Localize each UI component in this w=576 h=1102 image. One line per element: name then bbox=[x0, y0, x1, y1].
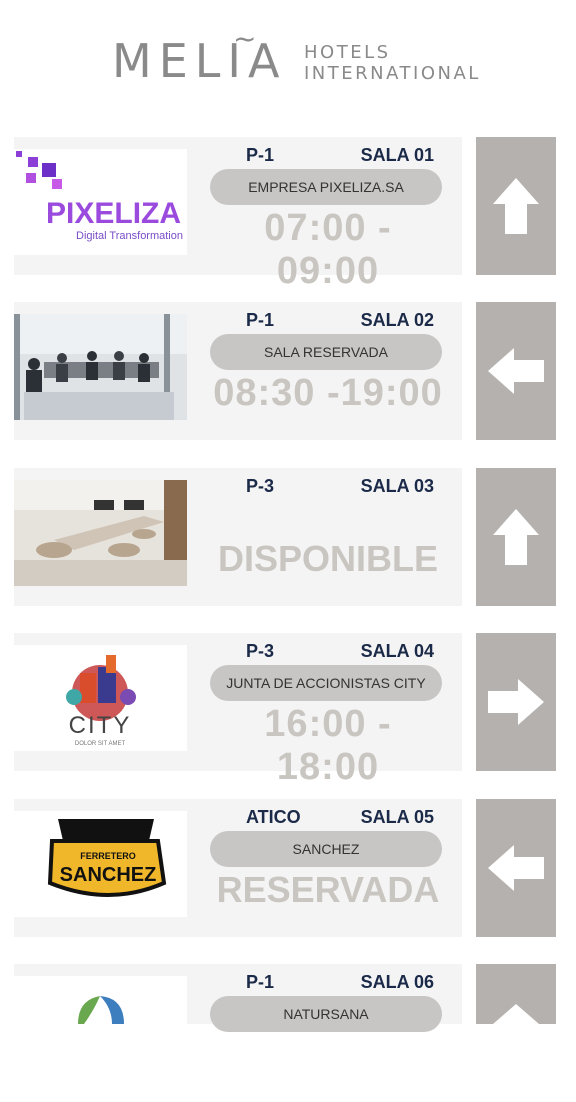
sanchez-logo-title: SANCHEZ bbox=[60, 864, 157, 886]
event-pill: SALA RESERVADA bbox=[210, 334, 442, 370]
sala-label: SALA 05 bbox=[360, 807, 434, 827]
city-logo: CITY DOLOR SIT AMET bbox=[14, 645, 187, 751]
sala-label: SALA 01 bbox=[360, 145, 434, 165]
left-arrow-icon bbox=[488, 845, 544, 891]
time-range: 08:30 -19:00 bbox=[213, 372, 443, 414]
room-info: ATICO SALA 05 SANCHEZ RESERVADA bbox=[210, 799, 446, 937]
header: MELIA ~ HOTELS INTERNATIONAL bbox=[0, 0, 576, 110]
sanchez-logo-sub: FERRETERO bbox=[80, 851, 136, 861]
event-pill: EMPRESA PIXELIZA.SA bbox=[210, 169, 442, 205]
brand-sub-line2: INTERNATIONAL bbox=[304, 63, 481, 84]
floor-label: ATICO bbox=[246, 807, 301, 827]
room-card-sala-02[interactable]: P-1 SALA 02 SALA RESERVADA 08:30 -19:00 bbox=[14, 302, 462, 440]
sala-label: SALA 04 bbox=[360, 641, 434, 661]
sala-label: SALA 03 bbox=[360, 476, 434, 496]
room-card-sala-04[interactable]: CITY DOLOR SIT AMET P-3 SALA 04 JUNTA DE… bbox=[14, 633, 462, 788]
room-info: P-3 SALA 04 JUNTA DE ACCIONISTAS CITY 16… bbox=[210, 633, 446, 788]
floor-label: P-1 bbox=[246, 972, 275, 992]
left-arrow-icon bbox=[488, 348, 544, 394]
room-card-sala-01[interactable]: PIXELIZA Digital Transformation P-1 SALA… bbox=[14, 137, 462, 292]
meeting-photo bbox=[14, 314, 187, 420]
up-arrow-button-sala-01[interactable] bbox=[476, 137, 556, 275]
time-range: 07:00 - 09:00 bbox=[264, 207, 392, 292]
natursana-logo bbox=[14, 976, 187, 1024]
event-pill: NATURSANA bbox=[210, 996, 442, 1032]
event-pill: JUNTA DE ACCIONISTAS CITY bbox=[210, 665, 442, 701]
brand-sub-line1: HOTELS bbox=[304, 42, 391, 63]
brand-name: MELIA bbox=[112, 34, 287, 88]
up-arrow-button-sala-03[interactable] bbox=[476, 468, 556, 606]
right-arrow-button-sala-04[interactable] bbox=[476, 633, 556, 771]
event-pill: SANCHEZ bbox=[210, 831, 442, 867]
room-info: P-3 SALA 03 DISPONIBLE bbox=[210, 468, 446, 606]
room-card-sala-06[interactable]: P-1 SALA 06 NATURSANA bbox=[14, 964, 462, 1032]
up-arrow-icon bbox=[493, 1004, 539, 1024]
up-arrow-button-sala-06[interactable] bbox=[476, 964, 556, 1024]
brand-tilde: ~ bbox=[233, 22, 257, 55]
floor-label: P-1 bbox=[246, 310, 275, 330]
city-logo-title: CITY bbox=[69, 712, 132, 739]
floor-label: P-3 bbox=[246, 476, 275, 496]
up-arrow-icon bbox=[493, 178, 539, 234]
pixeliza-logo-title: PIXELIZA bbox=[46, 197, 181, 230]
room-info: P-1 SALA 06 NATURSANA bbox=[210, 964, 446, 1102]
left-arrow-button-sala-02[interactable] bbox=[476, 302, 556, 440]
pixeliza-logo-sub: Digital Transformation bbox=[76, 230, 183, 242]
left-arrow-button-sala-05[interactable] bbox=[476, 799, 556, 937]
status-text: RESERVADA bbox=[216, 869, 440, 910]
brand-subtitle: HOTELS INTERNATIONAL bbox=[304, 42, 481, 84]
room-card-sala-03[interactable]: P-3 SALA 03 DISPONIBLE bbox=[14, 468, 462, 606]
time-range: 16:00 - 18:00 bbox=[264, 703, 392, 788]
right-arrow-icon bbox=[488, 679, 544, 725]
room-photo bbox=[14, 480, 187, 586]
status-text: DISPONIBLE bbox=[217, 538, 439, 579]
up-arrow-icon bbox=[493, 509, 539, 565]
pixeliza-logo: PIXELIZA Digital Transformation bbox=[14, 149, 187, 255]
room-info: P-1 SALA 01 EMPRESA PIXELIZA.SA 07:00 - … bbox=[210, 137, 446, 292]
sanchez-logo: FERRETERO SANCHEZ bbox=[14, 811, 187, 917]
city-logo-sub: DOLOR SIT AMET bbox=[75, 741, 126, 747]
floor-label: P-3 bbox=[246, 641, 275, 661]
room-card-sala-05[interactable]: FERRETERO SANCHEZ ATICO SALA 05 SANCHEZ … bbox=[14, 799, 462, 937]
room-info: P-1 SALA 02 SALA RESERVADA 08:30 -19:00 bbox=[210, 302, 446, 440]
floor-label: P-1 bbox=[246, 145, 275, 165]
sala-label: SALA 06 bbox=[360, 972, 434, 992]
sala-label: SALA 02 bbox=[360, 310, 434, 330]
